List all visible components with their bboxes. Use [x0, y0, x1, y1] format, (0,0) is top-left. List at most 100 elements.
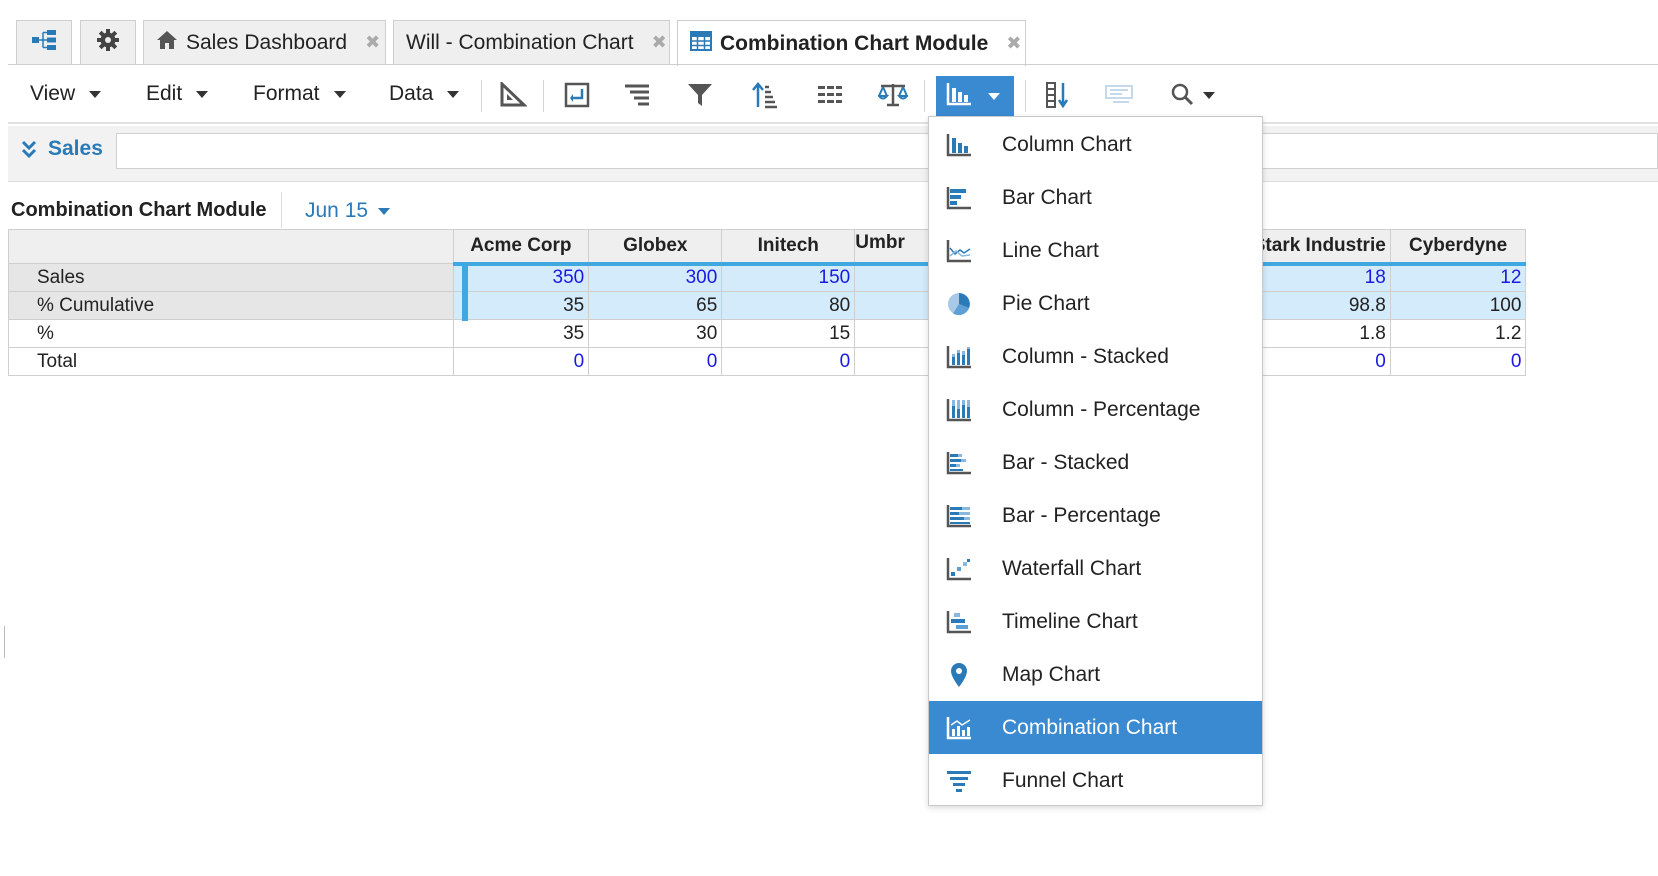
grid-corner — [8, 229, 454, 264]
menu-item-column-percentage[interactable]: Column - Percentage — [929, 383, 1262, 436]
row-selection-marker — [462, 264, 468, 321]
line-chart-icon — [945, 237, 973, 265]
menu-item-label: Column Chart — [1002, 132, 1132, 156]
menu-item-waterfall-chart[interactable]: Waterfall Chart — [929, 542, 1262, 595]
search-icon — [1171, 83, 1194, 106]
edit-menu-label: Edit — [146, 82, 183, 105]
table-cell[interactable]: 0 — [721, 347, 856, 376]
settings-button[interactable] — [80, 20, 136, 64]
column-header[interactable]: Stark Industrie — [1247, 229, 1391, 266]
chevron-down-icon — [1203, 91, 1215, 99]
menu-item-label: Line Chart — [1002, 238, 1099, 262]
menu-item-bar-percentage[interactable]: Bar - Percentage — [929, 489, 1262, 542]
menu-item-column-chart[interactable]: Column Chart — [929, 118, 1262, 171]
chevron-down-icon — [988, 92, 1000, 100]
comment-disabled-icon[interactable] — [1102, 78, 1136, 112]
chart-type-button[interactable] — [936, 76, 1014, 116]
column-header-label: Umbr — [855, 231, 905, 253]
tab-will-combination-chart[interactable]: Will - Combination Chart ✖ — [393, 20, 670, 64]
menu-item-map-chart[interactable]: Map Chart — [929, 648, 1262, 701]
column-header[interactable]: Globex — [588, 229, 723, 266]
column-header[interactable]: Cyberdyne — [1389, 229, 1527, 266]
double-chevron-down-icon[interactable] — [21, 140, 37, 163]
column-header[interactable]: Initech — [721, 229, 856, 266]
tab-combination-chart-module[interactable]: Combination Chart Module ✖ — [677, 20, 1026, 66]
sort-icon[interactable] — [748, 78, 782, 112]
table-cell[interactable]: 15 — [721, 319, 856, 348]
menu-item-label: Waterfall Chart — [1002, 556, 1142, 580]
menu-item-label: Timeline Chart — [1002, 609, 1138, 633]
date-value: Jun 15 — [305, 199, 369, 222]
format-menu[interactable]: Format — [253, 82, 346, 106]
module-separator — [281, 192, 282, 228]
chevron-down-icon — [333, 90, 346, 98]
table-cell[interactable]: 300 — [588, 263, 723, 292]
chevron-down-icon — [447, 90, 460, 98]
menu-item-label: Bar - Percentage — [1002, 503, 1161, 527]
table-cell[interactable]: 35 — [452, 319, 590, 348]
table-cell[interactable]: 1.8 — [1247, 319, 1391, 348]
menu-item-label: Funnel Chart — [1002, 768, 1124, 792]
table-grid-icon[interactable] — [813, 78, 847, 112]
close-icon[interactable]: ✖ — [365, 32, 380, 53]
column-percentage-icon — [945, 396, 973, 424]
left-edge-marker — [4, 626, 5, 658]
table-cell[interactable]: 18 — [1247, 263, 1391, 292]
table-cell[interactable]: 0 — [452, 347, 590, 376]
sales-input[interactable] — [116, 133, 1658, 169]
table-row[interactable]: Sales 350 300 150 20 18 12 — [8, 263, 1658, 292]
table-row[interactable]: Total 0 0 0 0 0 0 — [8, 347, 1658, 376]
date-selector[interactable]: Jun 15 — [305, 199, 391, 223]
menu-item-funnel-chart[interactable]: Funnel Chart — [929, 754, 1262, 807]
table-cell[interactable]: 1.2 — [1389, 319, 1527, 348]
table-cell[interactable]: 30 — [588, 319, 723, 348]
tab-divider — [8, 64, 1658, 65]
table-row[interactable]: % Cumulative 35 65 80 97 98.8 100 — [8, 291, 1658, 320]
row-header[interactable]: Total — [8, 347, 454, 376]
table-cell[interactable]: 350 — [452, 263, 590, 292]
balance-scale-icon[interactable] — [876, 78, 910, 112]
menu-item-label: Combination Chart — [1002, 715, 1178, 739]
menu-item-combination-chart[interactable]: Combination Chart — [929, 701, 1262, 754]
search-menu-button[interactable] — [1168, 78, 1218, 112]
table-cell[interactable]: 12 — [1389, 263, 1527, 292]
triangle-ruler-icon[interactable] — [496, 78, 530, 112]
menu-item-column-stacked[interactable]: Column - Stacked — [929, 330, 1262, 383]
table-cell[interactable]: 0 — [1389, 347, 1527, 376]
row-header[interactable]: Sales — [8, 263, 454, 292]
table-cell[interactable]: 98.8 — [1247, 291, 1391, 320]
close-icon[interactable]: ✖ — [652, 32, 667, 53]
tab-sales-dashboard[interactable]: Sales Dashboard ✖ — [143, 20, 386, 64]
table-cell[interactable]: 0 — [1247, 347, 1391, 376]
table-cell[interactable]: 150 — [721, 263, 856, 292]
tree-view-button[interactable] — [16, 20, 72, 64]
menu-item-bar-chart[interactable]: Bar Chart — [929, 171, 1262, 224]
row-header[interactable]: % — [8, 319, 454, 348]
chart-type-dropdown: Column Chart Bar Chart Line Chart Pie Ch… — [928, 116, 1263, 806]
pivot-icon[interactable] — [560, 78, 594, 112]
data-menu[interactable]: Data — [389, 82, 460, 106]
tab-label: Combination Chart Module — [720, 31, 989, 55]
table-cell[interactable]: 100 — [1389, 291, 1527, 320]
toolbar-separator — [924, 80, 925, 112]
sort-lines-icon[interactable] — [620, 78, 654, 112]
close-icon[interactable]: ✖ — [1006, 33, 1021, 54]
row-header[interactable]: % Cumulative — [8, 291, 454, 320]
menu-item-timeline-chart[interactable]: Timeline Chart — [929, 595, 1262, 648]
view-menu[interactable]: View — [30, 82, 102, 106]
menu-item-bar-stacked[interactable]: Bar - Stacked — [929, 436, 1262, 489]
filter-icon[interactable] — [683, 78, 717, 112]
edit-menu[interactable]: Edit — [146, 82, 209, 106]
column-sort-icon[interactable] — [1040, 78, 1074, 112]
menu-item-pie-chart[interactable]: Pie Chart — [929, 277, 1262, 330]
menu-item-label: Bar - Stacked — [1002, 450, 1130, 474]
menu-item-line-chart[interactable]: Line Chart — [929, 224, 1262, 277]
table-cell[interactable]: 0 — [588, 347, 723, 376]
table-cell[interactable]: 35 — [452, 291, 590, 320]
table-cell[interactable]: 80 — [721, 291, 856, 320]
table-cell[interactable]: 65 — [588, 291, 723, 320]
table-row[interactable]: % 35 30 15 2 1.8 1.2 — [8, 319, 1658, 348]
toolbar-separator — [1025, 80, 1026, 112]
column-header[interactable]: Acme Corp — [452, 229, 590, 266]
caret-down-icon — [378, 207, 391, 215]
